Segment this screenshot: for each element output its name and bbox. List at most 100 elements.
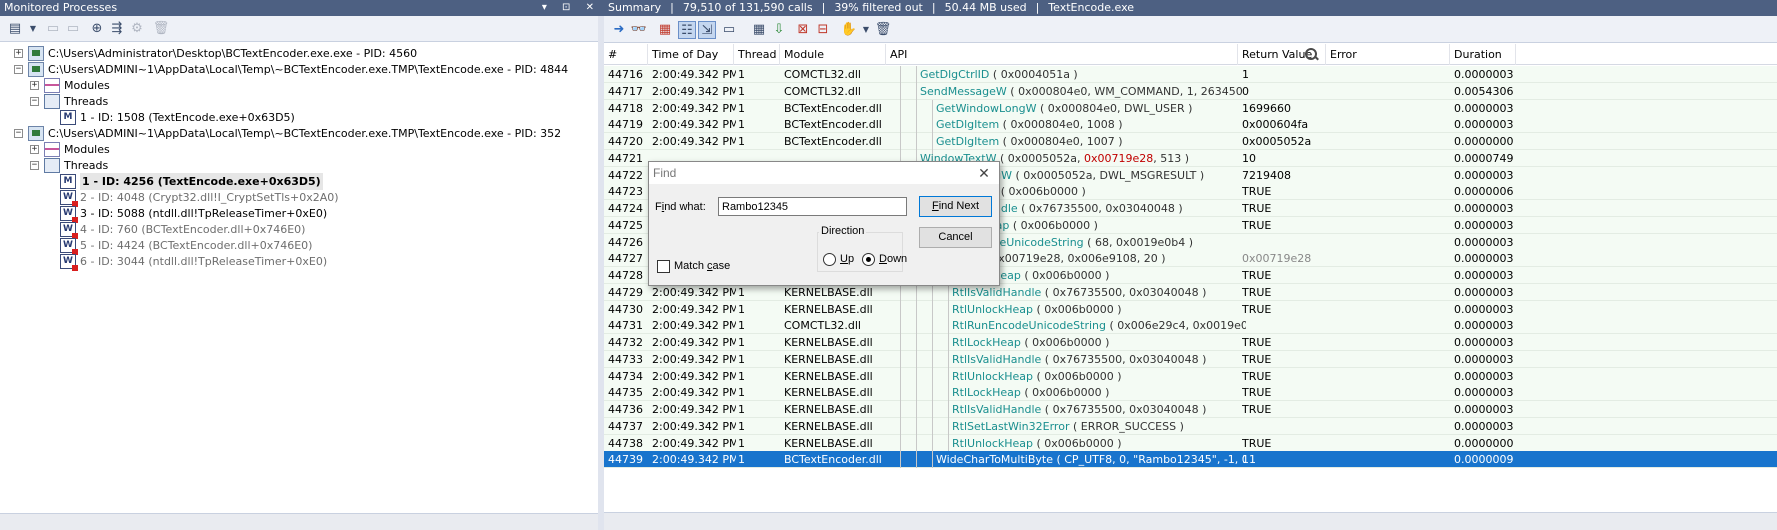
find-next-button[interactable]: Find Next	[919, 196, 992, 217]
match-case-checkbox[interactable]	[657, 260, 670, 273]
tree-node[interactable]: − Threads	[0, 93, 598, 110]
tree-node[interactable]: − Threads	[0, 157, 598, 174]
table-row[interactable]: 44737 2:00:49.342 PM 1 KERNELBASE.dll RtlSet…	[604, 417, 1777, 435]
filter-clear-icon[interactable]: ⊟	[814, 21, 832, 39]
table-row[interactable]: 44732 2:00:49.342 PM 1 KERNELBASE.dll RtlLoc…	[604, 334, 1777, 351]
collapse-icon[interactable]: −	[14, 129, 23, 138]
target-icon[interactable]: ⊕	[88, 20, 106, 38]
process-tree[interactable]: + C:\Users\Administrator\Desktop\BCTextEn…	[0, 43, 598, 513]
table-icon[interactable]: ▦	[750, 21, 768, 39]
column-header[interactable]: Module	[780, 44, 886, 65]
tree-node[interactable]: M 1 - ID: 4256 (TextEncode.exe+0x63D5)	[0, 173, 598, 190]
api-call-grid[interactable]: # Time of Day Thread Module API Return Value E…	[604, 44, 1777, 530]
cell-module: BCTextEncoder.dll	[784, 118, 882, 132]
cancel-button[interactable]: Cancel	[919, 227, 992, 248]
expand-icon[interactable]: +	[14, 49, 23, 58]
table-row[interactable]: 44716 2:00:49.342 PM 1 COMCTL32.dll GetDlgCt…	[604, 66, 1777, 83]
tree-node[interactable]: W4 - ID: 760 (BCTextEncoder.dll+0x746E0)	[0, 221, 598, 239]
tree-node[interactable]: M 1 - ID: 1508 (TextEncode.exe+0x63D5)	[0, 109, 598, 126]
table-row[interactable]: 44731 2:00:49.342 PM 1 COMCTL32.dll RtlRunEn…	[604, 317, 1777, 335]
cell-duration: 0.0000003	[1454, 252, 1514, 266]
tree-guide-line	[916, 317, 917, 335]
table-row[interactable]: 44729 2:00:49.342 PM 1 KERNELBASE.dll RtlIsV…	[604, 283, 1777, 301]
column-header[interactable]: API	[886, 44, 1238, 65]
table-row[interactable]: 44736 2:00:49.342 PM 1 KERNELBASE.dll RtlIsV…	[604, 401, 1777, 418]
horizontal-scrollbar[interactable]	[0, 513, 598, 530]
cell-return-value: TRUE	[1242, 185, 1272, 199]
table-row[interactable]: 44718 2:00:49.342 PM 1 BCTextEncoder.dll Get…	[604, 99, 1777, 117]
cell-number: 44728	[608, 269, 643, 282]
export-icon[interactable]: ⇩	[770, 21, 788, 39]
add-process-icon[interactable]: ▤	[6, 20, 24, 38]
table-row[interactable]: 44735 2:00:49.342 PM 1 KERNELBASE.dll RtlLoc…	[604, 384, 1777, 402]
cell-time: 2:00:49.342 PM	[652, 319, 736, 333]
tree-node[interactable]: W6 - ID: 3044 (ntdll.dll!TpReleaseTimer+…	[0, 253, 598, 271]
direction-down-label[interactable]: Down	[879, 253, 907, 265]
direction-up-label[interactable]: Up	[840, 253, 854, 265]
highlight-dropdown-icon[interactable]: ▼	[857, 21, 875, 39]
filter-remove-icon[interactable]: ⊠	[794, 21, 812, 39]
delete-icon[interactable]: 🗑	[152, 20, 170, 38]
tree-node[interactable]: + Modules	[0, 77, 598, 94]
expand-icon[interactable]: +	[30, 81, 39, 90]
table-row[interactable]: 44730 2:00:49.342 PM 1 KERNELBASE.dll RtlUnl…	[604, 300, 1777, 318]
table-row[interactable]: 44734 2:00:49.342 PM 1 KERNELBASE.dll RtlUnl…	[604, 367, 1777, 385]
tree-node[interactable]: W2 - ID: 4048 (Crypt32.dll!I_CryptSetTls…	[0, 189, 598, 207]
find-what-input[interactable]	[718, 197, 907, 216]
goto-icon[interactable]: ➜	[610, 21, 628, 39]
worker-thread-icon: W	[60, 254, 78, 271]
highlight-icon[interactable]: ✋	[840, 21, 858, 39]
column-header[interactable]: Error	[1326, 44, 1450, 65]
match-case-label[interactable]: Match case	[674, 260, 730, 272]
direction-down-radio[interactable]	[862, 253, 875, 266]
collapse-icon[interactable]: −	[30, 161, 39, 170]
tree-node[interactable]: W5 - ID: 4424 (BCTextEncoder.dll+0x746E0…	[0, 237, 598, 255]
column-header[interactable]: Thread	[734, 44, 780, 65]
table-row[interactable]: 44739 2:00:49.342 PM 1 BCTextEncoder.dll Wid…	[604, 451, 1777, 469]
table-row[interactable]: 44720 2:00:49.342 PM 1 BCTextEncoder.dll Get…	[604, 133, 1777, 150]
tree-node[interactable]: − C:\Users\ADMINI~1\AppData\Local\Temp\~B…	[0, 61, 598, 78]
panel-window-buttons[interactable]: ▾ ⊡ ✕	[542, 0, 600, 16]
detach-icon[interactable]: ▭	[44, 20, 62, 38]
search-icon[interactable]	[1305, 48, 1318, 61]
expand-icon[interactable]: +	[30, 145, 39, 154]
clear-icon[interactable]: 🗑	[874, 21, 892, 39]
label-mnemonic: F	[931, 200, 939, 212]
dropdown-arrow-icon[interactable]: ▼	[24, 20, 42, 38]
tree-view-icon[interactable]: ☷	[678, 21, 696, 39]
collapse-icon[interactable]: −	[14, 65, 23, 74]
collapse-icon[interactable]: −	[30, 97, 39, 106]
cell-number: 44725	[608, 218, 643, 232]
tree-node-label: Modules	[64, 143, 110, 156]
direction-up-radio[interactable]	[823, 253, 836, 266]
auto-scroll-icon[interactable]: ⇲	[698, 21, 716, 39]
table-row[interactable]: 44733 2:00:49.342 PM 1 KERNELBASE.dll RtlIsV…	[604, 350, 1777, 368]
kill-process-icon[interactable]: ▭	[64, 20, 82, 38]
settings-icon[interactable]: ⚙	[128, 20, 146, 38]
table-row[interactable]: 44717 2:00:49.342 PM 1 COMCTL32.dll SendMess…	[604, 82, 1777, 100]
cell-error	[1330, 100, 1452, 117]
table-row[interactable]: 44719 2:00:49.342 PM 1 BCTextEncoder.dll Get…	[604, 116, 1777, 134]
columns-icon[interactable]: ▭	[720, 21, 738, 39]
cell-module: KERNELBASE.dll	[784, 369, 873, 383]
cell-time: 2:00:49.342 PM	[652, 84, 736, 98]
binoculars-icon[interactable]: 👓	[630, 21, 648, 39]
tree-node[interactable]: + C:\Users\Administrator\Desktop\BCTextEn…	[0, 45, 598, 62]
grid-horizontal-scrollbar[interactable]	[604, 512, 1777, 530]
label-part: ase	[712, 260, 731, 272]
colors-icon[interactable]: ▦	[656, 21, 674, 39]
tree-guide-line	[916, 401, 917, 418]
close-icon[interactable]: ✕	[975, 164, 993, 182]
tree-node[interactable]: W3 - ID: 5088 (ntdll.dll!TpReleaseTimer+…	[0, 205, 598, 223]
tree-node[interactable]: − C:\Users\ADMINI~1\AppData\Local\Temp\~B…	[0, 125, 598, 142]
tree-node-label: 2 - ID: 4048 (Crypt32.dll!I_CryptSetTls+…	[80, 191, 339, 204]
column-header[interactable]: Duration	[1450, 44, 1516, 65]
label-part: F	[655, 201, 662, 213]
tree-node[interactable]: + Modules	[0, 141, 598, 158]
cell-number: 44733	[608, 352, 643, 366]
tree-node-label: 4 - ID: 760 (BCTextEncoder.dll+0x746E0)	[80, 223, 306, 236]
threads-icon[interactable]: ⇶	[108, 20, 126, 38]
table-row[interactable]: 44738 2:00:49.342 PM 1 KERNELBASE.dll RtlUnl…	[604, 434, 1777, 452]
column-header[interactable]: #	[604, 44, 648, 65]
column-header[interactable]: Time of Day	[648, 44, 734, 65]
